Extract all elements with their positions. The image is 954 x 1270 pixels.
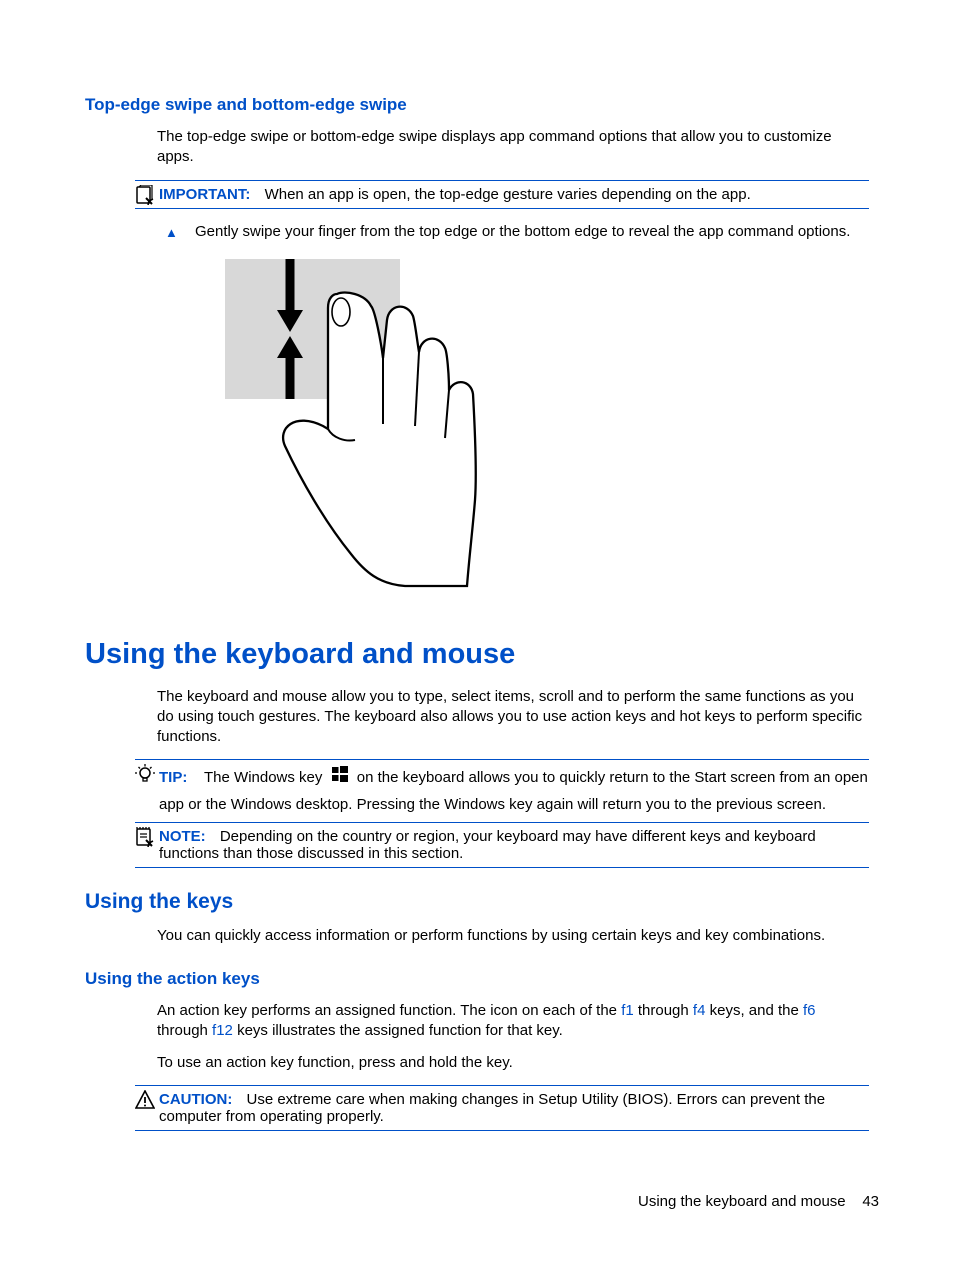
page-footer: Using the keyboard and mouse 43: [638, 1193, 879, 1210]
figure-edge-swipe: [215, 254, 879, 608]
link-f1[interactable]: f1: [621, 1002, 634, 1019]
callout-note: NOTE: Depending on the country or region…: [135, 823, 869, 868]
page-number: 43: [862, 1193, 879, 1210]
link-f6[interactable]: f6: [803, 1002, 816, 1019]
triangle-bullet-icon: ▲: [165, 225, 178, 240]
tip-label: TIP:: [159, 769, 187, 786]
step-swipe: ▲ Gently swipe your finger from the top …: [193, 223, 869, 240]
heading-keyboard-mouse: Using the keyboard and mouse: [85, 638, 879, 671]
caution-text: Use extreme care when making changes in …: [159, 1091, 825, 1125]
callout-important: IMPORTANT: When an app is open, the top-…: [135, 180, 869, 209]
tip-icon: [135, 764, 155, 784]
paragraph-swipe-intro: The top-edge swipe or bottom-edge swipe …: [157, 127, 869, 168]
paragraph-action-keys-2: To use an action key function, press and…: [157, 1053, 869, 1073]
document-page: Top-edge swipe and bottom-edge swipe The…: [0, 0, 954, 1270]
step-swipe-text: Gently swipe your finger from the top ed…: [195, 223, 850, 240]
callout-tip: TIP: The Windows key on the keyboard all…: [135, 759, 869, 823]
note-icon: [135, 827, 155, 847]
windows-key-icon: [331, 765, 349, 792]
heading-top-edge-swipe: Top-edge swipe and bottom-edge swipe: [85, 95, 879, 115]
note-label: NOTE:: [159, 828, 206, 845]
footer-title: Using the keyboard and mouse: [638, 1193, 846, 1210]
caution-icon: [135, 1090, 155, 1110]
heading-action-keys: Using the action keys: [85, 969, 879, 989]
heading-using-keys: Using the keys: [85, 890, 879, 914]
important-label: IMPORTANT:: [159, 186, 250, 203]
paragraph-keyboard-intro: The keyboard and mouse allow you to type…: [157, 687, 869, 748]
tip-text-before: The Windows key: [204, 769, 322, 786]
link-f4[interactable]: f4: [693, 1002, 706, 1019]
paragraph-using-keys: You can quickly access information or pe…: [157, 926, 869, 946]
paragraph-action-keys-1: An action key performs an assigned funct…: [157, 1001, 869, 1042]
tip-content: TIP: The Windows key on the keyboard all…: [159, 765, 869, 817]
link-f12[interactable]: f12: [212, 1022, 233, 1039]
caution-label: CAUTION:: [159, 1091, 232, 1108]
note-text: Depending on the country or region, your…: [159, 828, 816, 862]
callout-caution: CAUTION: Use extreme care when making ch…: [135, 1085, 869, 1131]
important-text: When an app is open, the top-edge gestur…: [265, 186, 751, 203]
important-icon: [135, 185, 155, 205]
